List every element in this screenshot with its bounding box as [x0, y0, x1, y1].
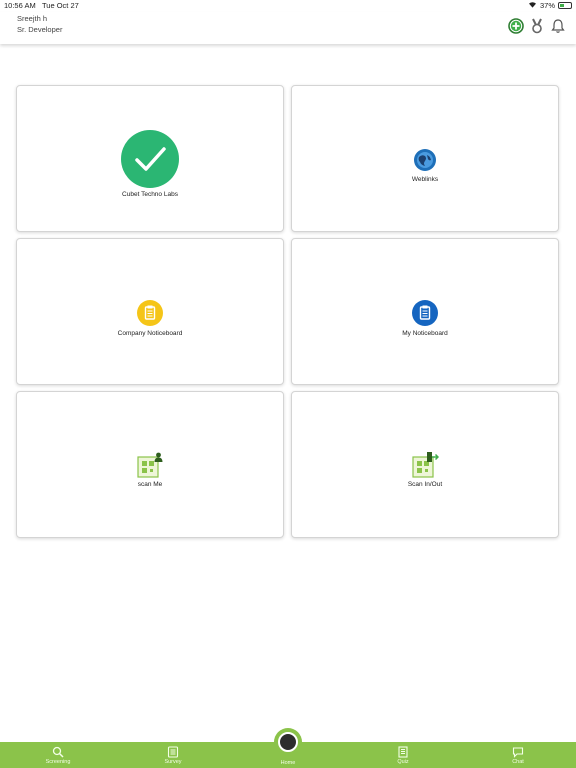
add-icon[interactable]	[508, 18, 524, 34]
battery-icon	[558, 2, 572, 9]
tab-screening[interactable]: Screening	[28, 742, 88, 768]
card-cubet-techno-labs[interactable]: Cubet Techno Labs	[16, 85, 284, 232]
tab-survey[interactable]: Survey	[143, 742, 203, 768]
card-label: My Noticeboard	[402, 330, 448, 337]
app-header: Sreejth h Sr. Developer	[0, 12, 576, 44]
card-label: Scan In/Out	[407, 481, 443, 488]
tab-label: Chat	[512, 759, 524, 765]
qr-door-icon	[411, 452, 440, 483]
status-right: 37%	[528, 1, 572, 10]
card-scan-me[interactable]: scan Me	[16, 391, 284, 538]
card-label: Cubet Techno Labs	[122, 191, 178, 198]
card-company-noticeboard[interactable]: Company Noticeboard	[16, 238, 284, 385]
battery-percent: 37%	[539, 1, 555, 10]
document-icon	[397, 745, 409, 758]
status-bar: 10:56 AM Tue Oct 27 37%	[0, 0, 576, 12]
card-scan-in-out[interactable]: Scan In/Out	[291, 391, 559, 538]
bell-icon[interactable]	[550, 18, 566, 34]
tab-quiz[interactable]: Quiz	[373, 742, 433, 768]
home-icon[interactable]	[274, 728, 302, 756]
tab-label: Quiz	[397, 759, 409, 765]
chat-icon	[512, 745, 524, 758]
tab-label: Home	[280, 760, 296, 766]
search-icon	[52, 745, 64, 758]
card-label: Weblinks	[411, 176, 439, 183]
card-weblinks[interactable]: Weblinks	[291, 85, 559, 232]
qr-user-icon	[136, 452, 164, 483]
card-label: Company Noticeboard	[117, 330, 183, 337]
medal-icon[interactable]	[529, 18, 545, 34]
globe-icon	[413, 148, 437, 177]
card-label: scan Me	[137, 481, 163, 488]
tab-label: Screening	[45, 759, 71, 765]
card-my-noticeboard[interactable]: My Noticeboard	[291, 238, 559, 385]
tab-label: Survey	[164, 759, 182, 765]
clipboard-icon	[412, 300, 438, 331]
tab-chat[interactable]: Chat	[488, 742, 548, 768]
status-time: 10:56 AM Tue Oct 27	[4, 1, 79, 10]
check-circle-icon	[121, 130, 179, 193]
list-icon	[167, 745, 179, 758]
user-name: Sreejth h	[17, 14, 48, 23]
wifi-icon	[528, 1, 537, 10]
user-role: Sr. Developer	[17, 25, 63, 34]
clipboard-icon	[137, 300, 163, 331]
